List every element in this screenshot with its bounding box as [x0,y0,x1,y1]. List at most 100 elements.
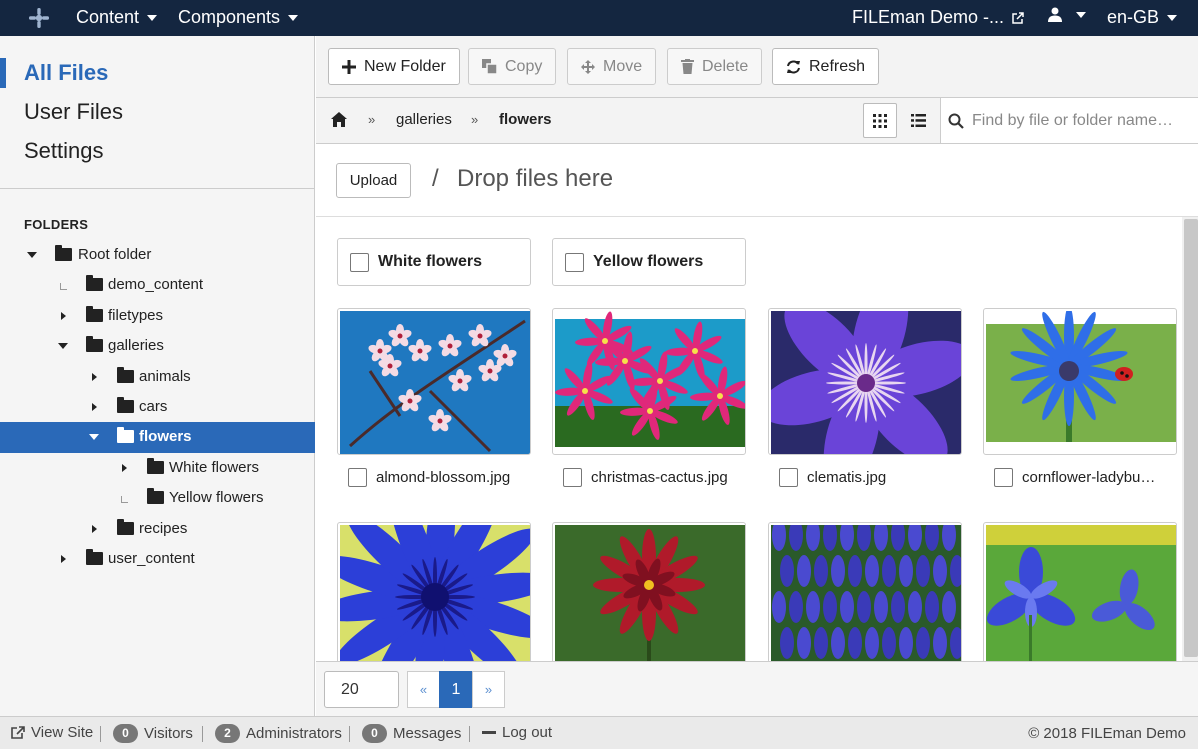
divider [100,726,101,742]
visitors-badge: 0 [113,724,138,743]
tree-folder-yellow-flowers[interactable]: Yellow flowers [0,483,315,513]
caret-right-icon[interactable] [88,392,100,422]
menu-components[interactable]: Components [178,7,299,28]
move-icon [581,59,595,74]
home-icon[interactable] [331,112,347,127]
page-limit-select[interactable]: 20 [324,671,399,708]
tree-folder-label: user_content [108,549,195,567]
caret-right-icon[interactable] [88,362,100,392]
administrators-label: Administrators [246,725,342,742]
caret-right-icon[interactable] [57,301,69,331]
tree-folder-label: recipes [139,519,188,537]
caret-down-icon[interactable] [57,331,69,361]
file-grid: White flowers Yellow flowers almond-blos… [316,217,1182,661]
sidebar-nav: All Files User Files Settings [0,36,314,189]
file-checkbox[interactable] [779,468,798,487]
file-tile[interactable]: almond-blossom.jpg [337,308,531,487]
joomla-logo-icon[interactable] [28,7,50,29]
tree-folder-demo-content[interactable]: demo_content [0,270,315,300]
tree-folder-galleries[interactable]: galleries [0,331,315,361]
file-tile[interactable] [552,522,746,661]
file-thumbnail[interactable] [552,308,746,455]
file-tile[interactable] [337,522,531,661]
tree-folder-user-content[interactable]: user_content [0,544,315,574]
divider [202,726,203,742]
subfolder-card[interactable]: White flowers [337,238,531,286]
menu-content[interactable]: Content [76,7,158,28]
user-menu[interactable] [1048,7,1086,22]
caret-right-icon[interactable] [57,544,69,574]
caret-right-icon[interactable] [88,514,100,544]
view-site-link[interactable]: View Site [11,724,93,741]
file-checkbox[interactable] [563,468,582,487]
file-thumbnail[interactable] [552,522,746,661]
tree-folder-flowers[interactable]: flowers [0,422,315,453]
tree-folder-label: Root folder [78,246,152,263]
external-link-icon [1012,11,1024,24]
status-bar: View Site 0 Visitors 2 Administrators 0 … [0,716,1198,749]
administrators-badge: 2 [215,724,240,743]
upload-button[interactable]: Upload [336,163,411,198]
file-tile[interactable] [768,522,962,661]
chevron-down-icon [1076,11,1086,18]
search-input[interactable] [972,111,1182,130]
tree-folder-animals[interactable]: animals [0,362,315,392]
file-name: clematis.jpg [807,469,887,486]
tree-folder-label: White flowers [169,458,260,476]
file-tile[interactable]: cornflower-ladybu… [983,308,1177,487]
prev-page-button[interactable]: « [407,671,440,708]
tree-folder-recipes[interactable]: recipes [0,514,315,544]
drop-zone[interactable]: Drop files here [457,165,613,193]
grid-view-button[interactable] [863,103,897,138]
file-checkbox[interactable] [994,468,1013,487]
move-button[interactable]: Move [567,48,657,85]
pagination-bar: 20 « 1 » [316,661,1198,716]
user-icon [1048,7,1062,22]
folder-open-icon [117,427,134,444]
language-menu[interactable]: en-GB [1107,7,1178,28]
sidebar-item-settings[interactable]: Settings [0,134,314,173]
tree-folder-cars[interactable]: cars [0,392,315,422]
sidebar-item-user-files[interactable]: User Files [0,95,314,134]
file-thumbnail[interactable] [983,522,1177,661]
tree-folder-white-flowers[interactable]: White flowers [0,453,315,483]
new-folder-button[interactable]: New Folder [328,48,460,85]
breadcrumb-galleries[interactable]: galleries [396,111,452,128]
file-thumbnail[interactable] [337,308,531,455]
sidebar-item-all-files[interactable]: All Files [0,56,314,95]
tree-folder-filetypes[interactable]: filetypes [0,301,315,331]
file-thumbnail[interactable] [337,522,531,661]
subfolder-checkbox[interactable] [350,252,369,272]
file-tile[interactable]: christmas-cactus.jpg [552,308,746,487]
caret-right-icon[interactable] [118,453,130,483]
grid-scrollbar[interactable] [1182,217,1198,661]
caret-down-icon[interactable] [88,422,100,452]
caret-down-icon[interactable] [26,240,38,270]
subfolder-card[interactable]: Yellow flowers [552,238,746,286]
scrollbar-thumb[interactable] [1184,219,1198,657]
next-page-button[interactable]: » [472,671,505,708]
tree-folder-root-folder[interactable]: Root folder [0,240,315,270]
logout-link[interactable]: Log out [482,724,552,741]
visitors-label: Visitors [144,725,193,742]
delete-button[interactable]: Delete [667,48,763,85]
messages-link[interactable]: 0 Messages [362,724,461,743]
file-tile[interactable] [983,522,1177,661]
file-name: cornflower-ladybu… [1022,469,1156,486]
subfolder-name: Yellow flowers [593,253,704,270]
visitors-link[interactable]: 0 Visitors [113,724,193,743]
current-page[interactable]: 1 [439,671,473,708]
subfolder-checkbox[interactable] [565,252,584,272]
file-checkbox[interactable] [348,468,367,487]
file-tile[interactable]: clematis.jpg [768,308,962,487]
file-thumbnail[interactable] [983,308,1177,455]
tree-folder-label: demo_content [108,276,204,294]
file-thumbnail[interactable] [768,308,962,455]
site-link[interactable]: FILEman Demo -... [852,7,1024,28]
administrators-link[interactable]: 2 Administrators [215,724,342,743]
file-thumbnail[interactable] [768,522,962,661]
copy-button[interactable]: Copy [468,48,557,85]
refresh-button[interactable]: Refresh [772,48,880,85]
list-view-button[interactable] [901,103,935,138]
folder-icon [86,548,103,565]
